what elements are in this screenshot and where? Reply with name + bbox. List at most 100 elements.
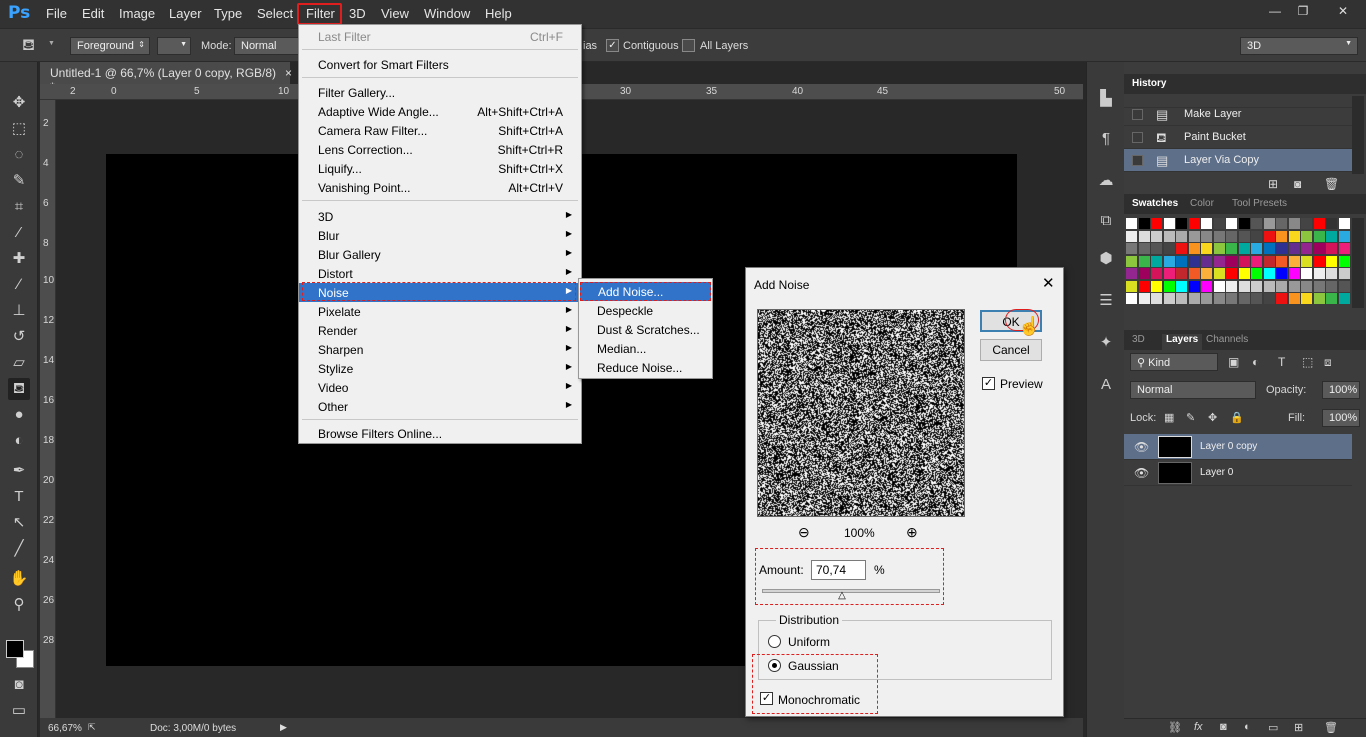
submenu-item-despeckle[interactable]: Despeckle	[579, 301, 712, 320]
color-swatch[interactable]	[1276, 218, 1287, 229]
color-swatch[interactable]	[1226, 255, 1237, 267]
color-swatch[interactable]	[1126, 280, 1137, 292]
color-swatch[interactable]	[1326, 280, 1337, 292]
color-swatch[interactable]	[1238, 230, 1250, 242]
color-swatch[interactable]	[1213, 255, 1225, 267]
color-swatch[interactable]	[1313, 255, 1325, 267]
menu-layer[interactable]: Layer	[169, 6, 202, 21]
menu-item-convert-smart[interactable]: Convert for Smart Filters	[299, 55, 581, 74]
menu-item-lens-correction[interactable]: Lens Correction... Shift+Ctrl+R	[299, 140, 581, 159]
color-swatch[interactable]	[1163, 280, 1175, 292]
quick-mask-icon[interactable]: ◙	[8, 674, 30, 696]
line-tool-icon[interactable]: ╱	[8, 538, 30, 560]
pen-tool-icon[interactable]: ✒	[8, 460, 30, 482]
menu-item-blur-gallery[interactable]: Blur Gallery ▶	[299, 245, 581, 264]
color-swatch[interactable]	[1176, 268, 1187, 279]
new-doc-from-state-icon[interactable]: ⊞	[1268, 177, 1278, 191]
color-swatch[interactable]	[1301, 243, 1312, 254]
color-swatch[interactable]	[1188, 255, 1200, 267]
menu-item-other[interactable]: Other ▶	[299, 397, 581, 416]
menu-select[interactable]: Select	[257, 6, 293, 21]
color-swatch[interactable]	[1201, 268, 1212, 279]
minimize-icon[interactable]: —	[1262, 2, 1288, 20]
history-item-selected[interactable]: ▤ Layer Via Copy	[1124, 149, 1352, 172]
color-swatch[interactable]	[1301, 218, 1312, 229]
fill-source-select[interactable]: Foreground ⇕	[70, 37, 150, 55]
color-swatch[interactable]	[1276, 255, 1287, 267]
uniform-radio[interactable]	[768, 635, 781, 648]
crop-tool-icon[interactable]: ⌗	[8, 196, 30, 218]
color-swatch[interactable]	[1288, 255, 1300, 267]
color-swatch[interactable]	[1126, 230, 1137, 242]
color-swatch[interactable]	[1301, 230, 1312, 242]
color-swatch[interactable]	[1263, 293, 1275, 304]
color-swatch[interactable]	[1238, 243, 1250, 254]
color-swatch[interactable]	[1338, 255, 1350, 267]
fill-input[interactable]: 100%	[1322, 409, 1360, 427]
color-swatch[interactable]	[1263, 230, 1275, 242]
color-swatch[interactable]	[1226, 268, 1237, 279]
color-swatch[interactable]	[1188, 218, 1200, 229]
zoom-tool-icon[interactable]: ⚲	[8, 594, 30, 616]
color-swatch[interactable]	[1126, 255, 1137, 267]
color-swatch[interactable]	[1176, 280, 1187, 292]
paint-bucket-icon[interactable]: ⛾	[22, 36, 35, 56]
layer-filter-kind[interactable]: ⚲ Kind	[1130, 353, 1218, 371]
type-tool-icon[interactable]: T	[8, 486, 30, 508]
tab-tool-presets[interactable]: Tool Presets	[1232, 198, 1287, 209]
color-swatch[interactable]	[1163, 243, 1175, 254]
color-swatch[interactable]	[1226, 280, 1237, 292]
zoom-level[interactable]: 66,67%	[48, 723, 82, 734]
color-swatch[interactable]	[1263, 218, 1275, 229]
type-filter-icon[interactable]: T	[1278, 355, 1285, 369]
color-swatch[interactable]	[1251, 243, 1262, 254]
eraser-tool-icon[interactable]: ▱	[8, 352, 30, 374]
stamp-tool-icon[interactable]: ⊥	[8, 300, 30, 322]
color-swatch[interactable]	[1288, 293, 1300, 304]
color-swatch[interactable]	[1201, 280, 1212, 292]
screen-mode-icon[interactable]: ▭	[8, 700, 30, 722]
blur-tool-icon[interactable]: ●	[8, 404, 30, 426]
color-swatch[interactable]	[1151, 293, 1162, 304]
delete-layer-icon[interactable]: 🗑	[1324, 721, 1338, 734]
color-swatch[interactable]	[1313, 268, 1325, 279]
character-panel-icon[interactable]: A	[1095, 374, 1117, 396]
color-swatch[interactable]	[1288, 218, 1300, 229]
mode-select[interactable]: Normal	[234, 37, 300, 55]
submenu-item-median[interactable]: Median...	[579, 339, 712, 358]
color-swatch[interactable]	[1176, 293, 1187, 304]
color-swatch[interactable]	[1176, 255, 1187, 267]
history-scrollbar[interactable]	[1352, 96, 1364, 174]
document-tab[interactable]: Untitled-1 @ 66,7% (Layer 0 copy, RGB/8)…	[40, 62, 292, 94]
tab-history[interactable]: History	[1132, 78, 1166, 89]
add-mask-icon[interactable]: ◙	[1220, 721, 1227, 733]
color-swatch[interactable]	[1301, 293, 1312, 304]
color-swatch[interactable]	[1213, 268, 1225, 279]
menu-edit[interactable]: Edit	[82, 6, 104, 21]
color-swatch[interactable]	[1188, 268, 1200, 279]
menu-item-video[interactable]: Video ▶	[299, 378, 581, 397]
paint-bucket-tool-icon[interactable]: ⛾	[8, 378, 30, 400]
new-layer-icon[interactable]: ⊞	[1294, 721, 1303, 734]
submenu-item-reduce-noise[interactable]: Reduce Noise...	[579, 358, 712, 377]
color-swatch[interactable]	[1138, 230, 1150, 242]
color-swatch[interactable]	[1301, 280, 1312, 292]
blend-mode-select[interactable]: Normal	[1130, 381, 1256, 399]
visibility-eye-icon[interactable]: 👁	[1134, 440, 1149, 454]
color-swatch[interactable]	[1226, 243, 1237, 254]
color-swatch[interactable]	[1213, 218, 1225, 229]
color-swatch[interactable]	[1163, 230, 1175, 242]
color-swatch[interactable]	[1288, 268, 1300, 279]
menu-item-vanishing-point[interactable]: Vanishing Point... Alt+Ctrl+V	[299, 178, 581, 197]
color-swatch[interactable]	[1163, 293, 1175, 304]
move-tool-icon[interactable]: ✥	[8, 92, 30, 114]
close-doc-icon[interactable]: ×	[285, 66, 292, 80]
menu-3d[interactable]: 3D	[349, 6, 366, 21]
color-swatch[interactable]	[1201, 218, 1212, 229]
color-swatch[interactable]	[1338, 280, 1350, 292]
link-layers-icon[interactable]: ⛓	[1168, 721, 1182, 734]
color-swatch[interactable]	[1326, 218, 1337, 229]
history-item[interactable]: ⛾ Paint Bucket	[1124, 126, 1352, 149]
color-swatch[interactable]	[1251, 230, 1262, 242]
color-swatch[interactable]	[1251, 280, 1262, 292]
